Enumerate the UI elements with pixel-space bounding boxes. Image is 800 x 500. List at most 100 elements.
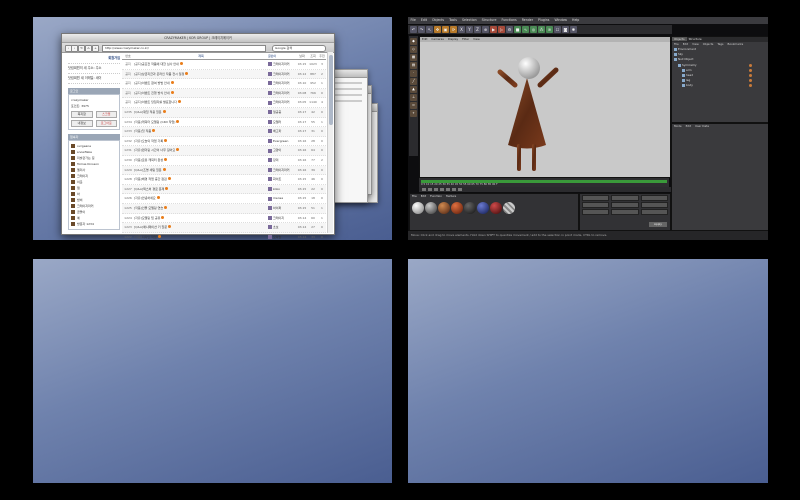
light-icon[interactable]: ✺	[570, 26, 577, 33]
row-title[interactable]: [작품]첫 작품	[134, 127, 268, 136]
z-axis-icon[interactable]: Z	[474, 26, 481, 33]
row-title[interactable]: [자유]모델링 팁 공유	[134, 214, 268, 223]
snap-icon[interactable]: ⌖	[410, 110, 417, 117]
row-title[interactable]: [작품]인물 모델링 연습	[134, 204, 268, 213]
row-author[interactable]: koko	[268, 185, 296, 194]
table-row[interactable]: 1235 [Q&A]재질 적용 질문 열공중 03.17 42 0	[122, 107, 326, 118]
figure-right-leg[interactable]	[532, 144, 536, 171]
row-title-text[interactable]: 렌더링 시간이 너무 길어요	[142, 148, 175, 152]
object-item[interactable]: body	[672, 83, 768, 88]
row-title[interactable]: [자유]렌더링 시간이 너무 길어요	[134, 146, 268, 155]
table-row[interactable]: 1222 [작품]디자인 작업 오하늘 03.14 33 0	[122, 233, 326, 240]
position-z-field[interactable]	[582, 209, 610, 215]
row-title[interactable]: [공지]이벤트 진행 방식 안내	[134, 89, 268, 98]
row-title-text[interactable]: 이벤트 참여 방법 안내	[142, 81, 170, 85]
row-author[interactable]: 오하늘	[268, 233, 296, 240]
undo-icon[interactable]: ↶	[410, 26, 417, 33]
row-author[interactable]: 크레이지마커	[268, 70, 296, 79]
table-row[interactable]: 공지 [공지]공모전 작품에 대한 심사 안내 크레이지마커 03.15 1023 3	[122, 60, 326, 70]
forward-icon[interactable]: ›	[71, 45, 78, 52]
space-browser[interactable]: CRAZYMAKER | KOR GROUP | 크레이지메이커 ‹ › ↻ ⌂…	[33, 17, 392, 240]
row-author[interactable]: 크레이지마커	[268, 89, 296, 98]
scene-icon[interactable]: ☐	[554, 26, 561, 33]
material-menu-item[interactable]: File	[412, 194, 417, 198]
material-red[interactable]	[490, 202, 502, 214]
figure-left-leg[interactable]	[517, 144, 521, 171]
attribute-menu-item[interactable]: Edit	[686, 124, 691, 128]
position-x-field[interactable]	[582, 195, 610, 201]
row-title-text[interactable]: 재질 적용 질문	[143, 110, 161, 114]
go-to-start-icon[interactable]	[422, 188, 426, 191]
menu-item[interactable]: Tools	[449, 18, 457, 22]
viewport-menu-item[interactable]: Filter	[462, 37, 469, 41]
material-menu-item[interactable]: Texture	[446, 194, 456, 198]
viewport-scene[interactable]	[420, 42, 670, 177]
row-title-text[interactable]: 모델링 팁 공유	[142, 216, 160, 220]
row-title[interactable]: [자유]안녕하세요	[134, 194, 268, 203]
render-picture-viewer-icon[interactable]: ▷	[498, 26, 505, 33]
menu-item[interactable]: Edit	[421, 18, 427, 22]
menu-item[interactable]: Selection	[462, 18, 477, 22]
table-row[interactable]: 1228 [작품]배경 작업 중간 점검 화이트 03.15 46 0	[122, 175, 326, 185]
user-item[interactable]: 방문자 1234	[71, 221, 117, 227]
material-black[interactable]	[464, 202, 476, 214]
row-author[interactable]: 배고파	[268, 127, 296, 136]
material-tag-icon[interactable]	[749, 63, 752, 67]
tweak-mode-icon[interactable]: ≈	[410, 102, 417, 109]
camera-icon[interactable]: ◙	[562, 26, 569, 33]
viewport-menu-item[interactable]: Cameras	[431, 37, 443, 41]
row-title[interactable]: [Q&A]재질 적용 질문	[134, 108, 268, 117]
row-author[interactable]: 고양이	[268, 146, 296, 155]
row-title[interactable]: [Q&A]조명 세팅 질문	[134, 166, 268, 175]
viewport[interactable]: Edit Cameras Display Filter View	[419, 36, 671, 178]
row-title[interactable]: [공지]공모전 작품에 대한 심사 안내	[134, 60, 268, 69]
row-title[interactable]: [자유]오늘의 작업 기록	[134, 137, 268, 146]
scale-icon[interactable]: ▣	[442, 26, 449, 33]
next-frame-icon[interactable]	[440, 188, 444, 191]
coordinate-system-icon[interactable]: ⊕	[482, 26, 489, 33]
home-icon[interactable]: ⌂	[85, 45, 92, 52]
material-white[interactable]	[412, 202, 424, 214]
row-title-text[interactable]: 텍스처 경로 문제	[143, 187, 164, 191]
attribute-menu-item[interactable]: Mode	[674, 124, 682, 128]
row-author[interactable]: 장미	[268, 156, 296, 165]
table-row[interactable]: 1232 [자유]오늘의 작업 기록 Evergreen 03.16 28 0	[122, 137, 326, 147]
menu-item[interactable]: Objects	[432, 18, 444, 22]
row-title-text[interactable]: 상금지급과 온라인 작품 전시 일정	[142, 72, 184, 76]
figure-body[interactable]	[508, 78, 546, 149]
row-author[interactable]: 화이트	[268, 175, 296, 184]
autokey-icon[interactable]	[458, 188, 462, 191]
material-menu-item[interactable]: Function	[430, 194, 442, 198]
table-row[interactable]: 1227 [Q&A]텍스처 경로 문제 koko 03.15 22 0	[122, 184, 326, 195]
x-axis-icon[interactable]: X	[458, 26, 465, 33]
material-menu-item[interactable]: Edit	[421, 194, 426, 198]
table-row[interactable]: 1231 [자유]렌더링 시간이 너무 길어요 고양이 03.16 64 0	[122, 146, 326, 156]
live-selection-icon[interactable]: ↖	[426, 26, 433, 33]
attribute-menu-item[interactable]: User Data	[695, 124, 709, 128]
space-3-empty[interactable]	[33, 259, 392, 483]
menu-item[interactable]: Structure	[482, 18, 497, 22]
viewport-menu-item[interactable]: Display	[448, 37, 458, 41]
row-title[interactable]: [작품]배경 작업 중간 점검	[134, 175, 268, 184]
row-title[interactable]: [Q&A]애니메이션 키 질문	[134, 223, 268, 232]
size-z-field[interactable]	[611, 209, 639, 215]
row-title-text[interactable]: 배경 작업 중간 점검	[142, 177, 167, 181]
tab-structure[interactable]: Structure	[687, 37, 704, 41]
row-title-text[interactable]: 로봇 캐릭터 완성	[142, 158, 163, 162]
apply-button[interactable]: Apply	[649, 222, 667, 227]
deformer-icon[interactable]: ≋	[546, 26, 553, 33]
browser-window[interactable]: CRAZYMAKER | KOR GROUP | 크레이지메이커 ‹ › ↻ ⌂…	[61, 33, 335, 239]
row-author[interactable]: mensa	[268, 194, 296, 203]
redo-icon[interactable]: ↷	[418, 26, 425, 33]
row-title[interactable]: [공지]이벤트 참여 방법 안내	[134, 79, 268, 88]
previous-frame-icon[interactable]	[428, 188, 432, 191]
figure-head[interactable]	[518, 57, 540, 79]
row-title[interactable]: [작품]디자인 작업	[134, 233, 268, 240]
browser-scrollbar[interactable]	[327, 52, 333, 233]
menu-item[interactable]: Help	[572, 18, 579, 22]
menu-item[interactable]: Render	[522, 18, 533, 22]
bookmark-add-icon[interactable]: +	[92, 45, 99, 52]
material-blue[interactable]	[477, 202, 489, 214]
space-3d-app[interactable]: File Edit Objects Tools Selection Structure Fu…	[408, 17, 768, 240]
object-menu-item[interactable]: Edit	[683, 42, 688, 46]
